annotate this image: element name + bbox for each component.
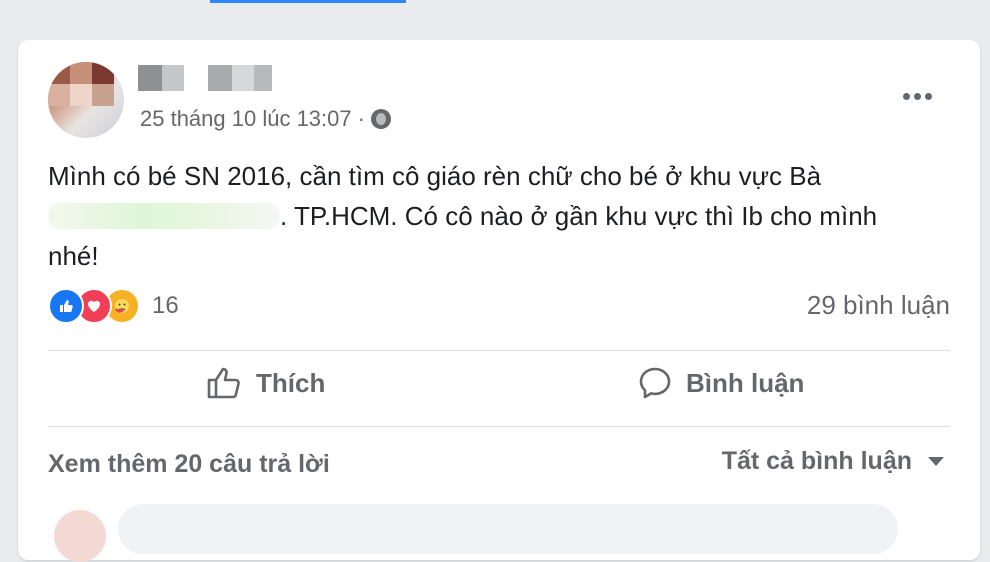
comment-bubble-icon <box>639 367 671 399</box>
reactions-summary[interactable]: 16 <box>48 288 179 324</box>
globe-icon <box>370 109 391 129</box>
see-more-replies-link[interactable]: Xem thêm 20 câu trả lời <box>48 450 330 479</box>
author-avatar[interactable] <box>48 62 124 138</box>
post-meta: 25 tháng 10 lúc 13:07 · <box>140 106 391 132</box>
reaction-count: 16 <box>152 292 179 319</box>
divider <box>48 426 950 427</box>
redacted-location <box>48 203 280 229</box>
meta-separator: · <box>357 106 365 131</box>
comment-filter-label: Tất cả bình luận <box>721 447 912 475</box>
author-name-redacted[interactable] <box>138 65 278 91</box>
like-icon <box>48 288 84 324</box>
post-card: 25 tháng 10 lúc 13:07 · Mình có bé SN 20… <box>18 40 980 562</box>
divider <box>48 350 950 351</box>
comment-button-label: Bình luận <box>686 367 805 398</box>
post-text-line-2-text: . TP.HCM. Có cô nào ở gần khu vực thì Ib… <box>280 201 878 231</box>
comment-count-link[interactable]: 29 bình luận <box>807 290 950 321</box>
post-body: Mình có bé SN 2016, cần tìm cô giáo rèn … <box>48 156 958 276</box>
like-button[interactable]: Thích <box>206 366 325 400</box>
post-timestamp[interactable]: 25 tháng 10 lúc 13:07 <box>140 106 352 132</box>
current-user-avatar <box>54 510 106 562</box>
top-tab-indicator <box>210 0 406 3</box>
post-text-line-2: . TP.HCM. Có cô nào ở gần khu vực thì Ib… <box>48 196 958 236</box>
more-options-icon[interactable] <box>903 93 932 100</box>
comment-button[interactable]: Bình luận <box>638 366 804 400</box>
comment-filter-dropdown[interactable]: Tất cả bình luận <box>722 447 944 476</box>
caret-down-icon <box>928 457 944 466</box>
comment-input[interactable] <box>118 504 898 554</box>
like-button-label: Thích <box>256 367 326 398</box>
thumbs-up-icon <box>207 367 240 399</box>
post-text-line-1: Mình có bé SN 2016, cần tìm cô giáo rèn … <box>48 161 822 191</box>
post-text-line-3: nhé! <box>48 241 99 271</box>
